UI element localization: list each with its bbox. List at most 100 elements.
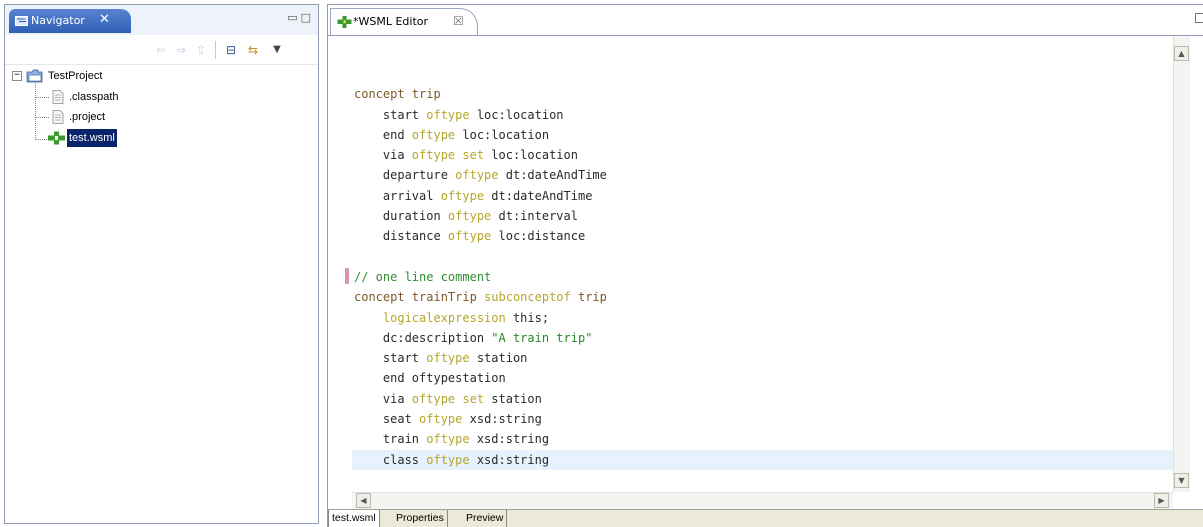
code-line: end oftypestation [354, 368, 607, 388]
code-token-plain: train [354, 432, 427, 447]
code-token-modifier: oftype [426, 432, 470, 447]
code-token-plain: this; [505, 310, 550, 325]
wsml-file-icon [337, 16, 353, 31]
tree-item-testproject[interactable]: − TestProject [5, 67, 318, 85]
code-token-plain: seat [354, 412, 420, 427]
code-token-modifier: subconceptof [484, 290, 571, 305]
code-token-plain: loc:location [455, 127, 550, 142]
code-token-keyword: trip [570, 290, 607, 305]
tree-item-label: TestProject [48, 70, 103, 82]
vertical-scrollbar[interactable]: ▲ ▼ [1173, 36, 1190, 492]
editor-header: *WSML Editor ☒ [328, 5, 1203, 35]
code-token-plain: departure [354, 168, 456, 183]
code-token-modifier: oftype [419, 412, 463, 427]
code-line: distance oftype loc:distance [354, 226, 607, 246]
code-token-plain: dc:description [354, 330, 492, 345]
tree-item-classpath[interactable]: .classpath [5, 88, 318, 106]
code-editor[interactable]: concept trip start oftype loc:location e… [328, 36, 1173, 492]
code-line: logicalexpression this; [354, 308, 607, 328]
code-token-plain: end oftypestation [354, 371, 506, 386]
scroll-up-icon[interactable]: ▲ [1174, 46, 1189, 61]
code-line: dc:description "A train trip" [354, 328, 607, 348]
navigator-toolbar: ⇐ ⇒ ⇧ ⊟ ⇆ ▼ [5, 35, 318, 65]
horizontal-scrollbar[interactable]: ◀ ▶ [352, 492, 1173, 509]
scroll-down-icon[interactable]: ▼ [1174, 473, 1189, 488]
collapse-all-icon[interactable]: ⊟ [223, 42, 239, 58]
code-token-modifier: oftype [411, 127, 456, 142]
code-token-plain: via [354, 391, 412, 406]
navigator-header: Navigator ✕ ▭□ [5, 5, 318, 35]
forward-arrow-icon[interactable]: ⇒ [173, 42, 189, 58]
code-line: start oftype station [354, 348, 607, 368]
code-token-modifier: oftype set [411, 391, 485, 406]
code-token-plain: arrival [354, 188, 441, 203]
code-token-plain: xsd:string [469, 432, 550, 447]
code-line: concept trainTrip subconceptof trip [354, 287, 607, 307]
tree-item-label: .classpath [69, 91, 119, 103]
code-line: train oftype xsd:string [354, 429, 607, 449]
code-line: end oftype loc:location [354, 125, 607, 145]
tab-properties[interactable]: Properties [393, 510, 448, 527]
code-line: duration oftype dt:interval [354, 206, 607, 226]
close-icon[interactable]: ✕ [99, 12, 110, 27]
navigator-view: Navigator ✕ ▭□ ⇐ ⇒ ⇧ ⊟ ⇆ ▼ − TestProject [4, 4, 319, 524]
code-token-plain: distance [354, 229, 448, 244]
code-line: start oftype loc:location [354, 105, 607, 125]
wsml-file-icon [47, 131, 67, 151]
code-token-plain: station [484, 391, 542, 406]
code-token-string: "A train trip" [491, 330, 593, 345]
code-token-plain: dt:interval [491, 209, 578, 224]
scroll-right-icon[interactable]: ▶ [1154, 493, 1169, 508]
code-token-modifier: logicalexpression [354, 310, 506, 325]
code-token-plain: loc:location [484, 148, 578, 163]
scroll-left-icon[interactable]: ◀ [356, 493, 371, 508]
change-marker [345, 268, 349, 284]
code-token-plain: station [469, 351, 528, 366]
tree-item-label: test.wsml [67, 129, 117, 147]
project-folder-icon [26, 69, 44, 89]
code-token-keyword: concept trip [354, 87, 441, 102]
close-icon[interactable]: ☒ [453, 14, 464, 28]
code-line: concept trip [354, 84, 607, 104]
back-arrow-icon[interactable]: ⇐ [153, 42, 169, 58]
code-token-plain: class [354, 452, 427, 467]
code-token-plain: xsd:string [469, 452, 550, 467]
up-folder-icon[interactable]: ⇧ [193, 42, 209, 58]
code-line: via oftype set station [354, 389, 607, 409]
code-token-plain: xsd:string [462, 412, 542, 427]
editor-tab-title: *WSML Editor [353, 15, 429, 28]
code-token-plain: duration [354, 209, 448, 224]
toolbar-separator [215, 41, 216, 59]
project-tree: − TestProject .classpath .project test.w… [5, 67, 318, 517]
code-token-modifier: oftype [455, 168, 499, 183]
code-token-modifier: oftype [426, 107, 470, 122]
overview-ruler [1190, 36, 1203, 509]
code-token-plain: loc:location [469, 107, 564, 122]
tab-test-wsml[interactable]: test.wsml [328, 510, 380, 527]
link-editor-icon[interactable]: ⇆ [245, 42, 261, 58]
editor-page-tabs: test.wsml Properties Preview [328, 509, 1203, 527]
tree-item-project[interactable]: .project [5, 108, 318, 126]
code-token-plain: dt:dateAndTime [498, 168, 607, 183]
view-menu-icon[interactable]: ▼ [269, 42, 285, 58]
code-text[interactable]: concept trip start oftype loc:location e… [354, 64, 607, 490]
maximize-icon[interactable] [1195, 13, 1203, 23]
navigator-tab[interactable]: Navigator ✕ [9, 9, 131, 33]
editor-view: *WSML Editor ☒ concept trip start oftype… [327, 4, 1203, 527]
tree-item-test-wsml[interactable]: test.wsml [5, 129, 318, 147]
minimize-maximize-icon[interactable]: ▭□ [287, 11, 314, 24]
code-token-modifier: oftype [447, 229, 492, 244]
code-token-plain: loc:distance [491, 229, 586, 244]
tab-preview[interactable]: Preview [463, 510, 508, 527]
editor-tab[interactable]: *WSML Editor ☒ [330, 8, 478, 35]
navigator-title: Navigator [31, 14, 85, 27]
code-token-modifier: oftype [426, 452, 470, 467]
tree-item-label: .project [69, 111, 106, 123]
code-line: seat oftype xsd:string [354, 409, 607, 429]
code-token-plain: start [354, 351, 427, 366]
code-token-plain: end [354, 127, 412, 142]
collapse-toggle-icon[interactable]: − [12, 71, 22, 81]
